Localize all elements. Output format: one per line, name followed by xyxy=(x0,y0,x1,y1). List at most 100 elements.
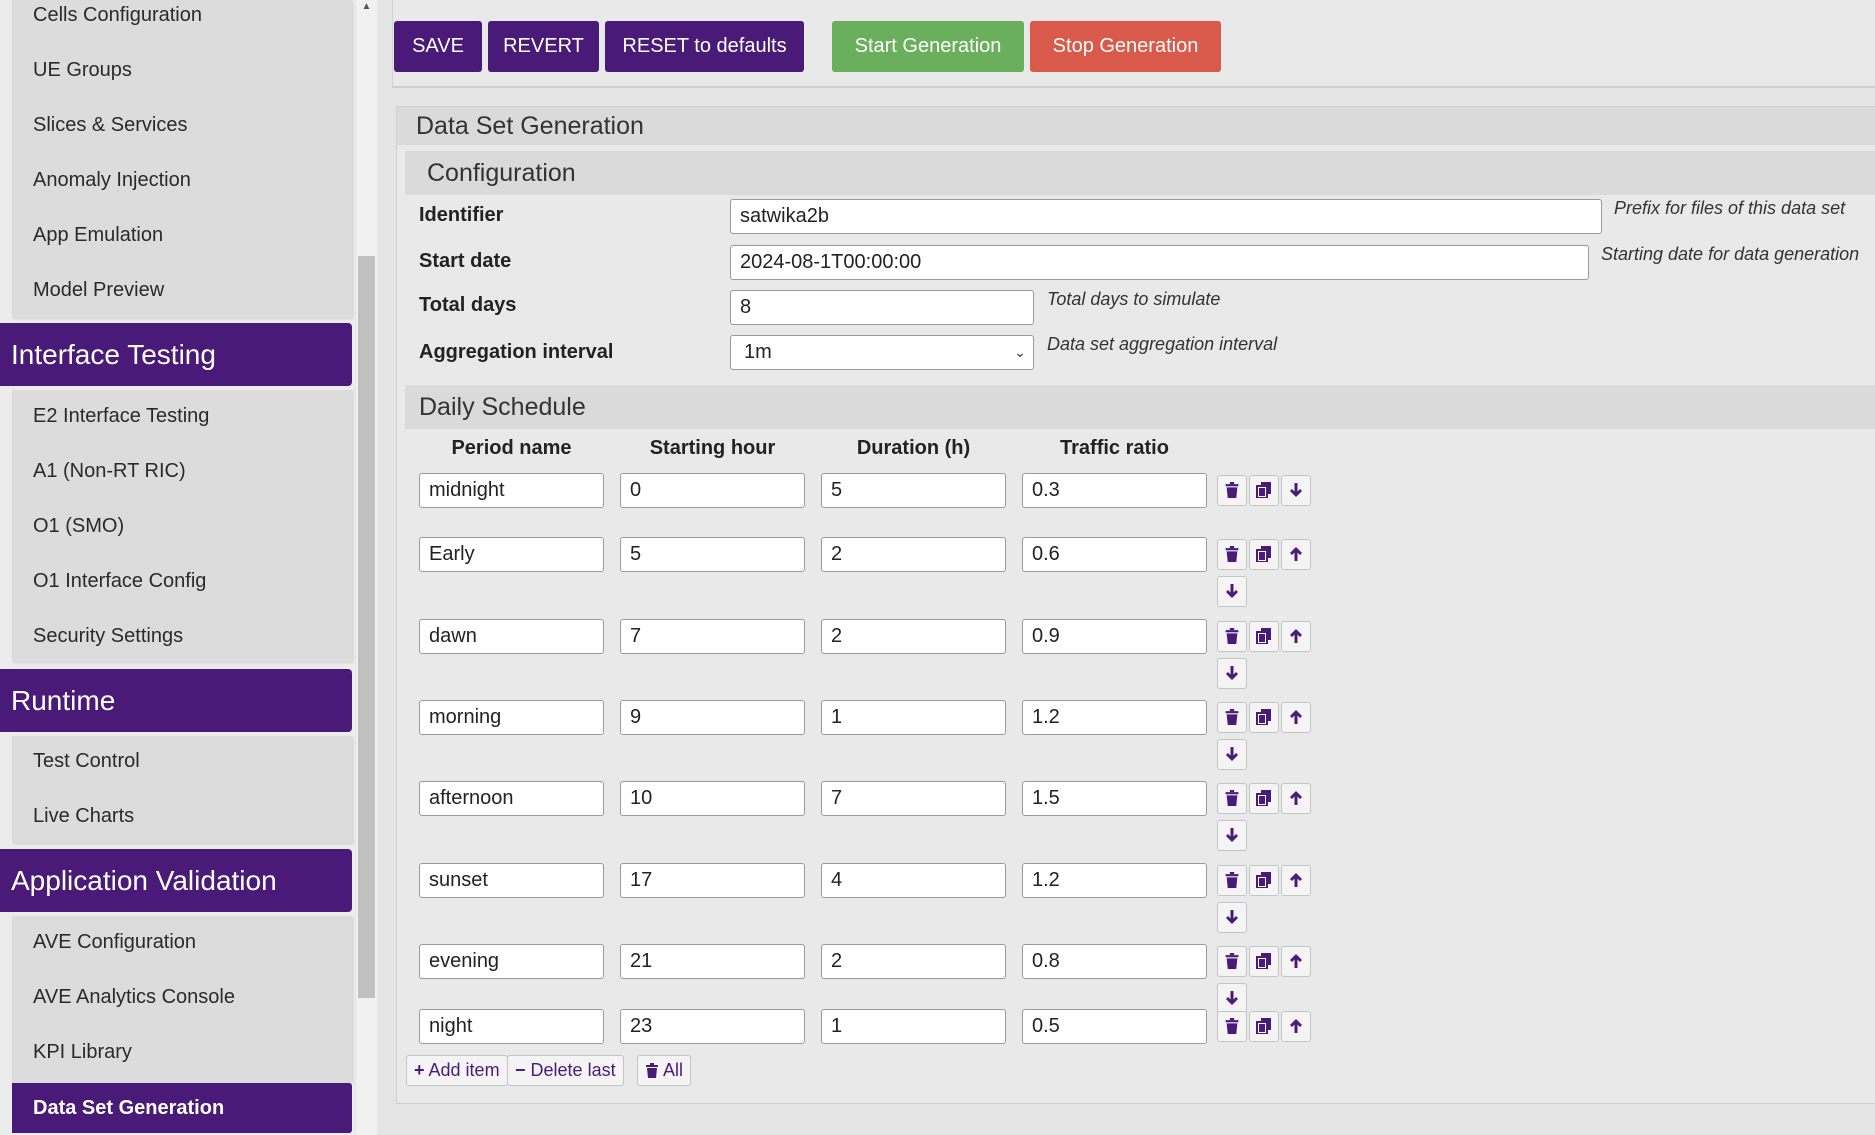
row-move-down-arrow-icon[interactable] xyxy=(1217,739,1247,770)
row-period-name-input[interactable] xyxy=(419,473,604,508)
sidebar-item-app-emulation[interactable]: App Emulation xyxy=(33,224,163,247)
row-starting-hour-input[interactable] xyxy=(620,863,805,898)
add-item-button[interactable]: + Add item xyxy=(406,1055,508,1086)
row-dutraffic-ration-input[interactable] xyxy=(821,1009,1006,1044)
row-move-up-arrow-icon[interactable] xyxy=(1281,1011,1311,1042)
section-header-runtime[interactable]: Runtime xyxy=(0,669,352,732)
save-button[interactable]: SAVE xyxy=(394,21,482,72)
row-move-up-arrow-icon[interactable] xyxy=(1281,702,1311,733)
row-move-down-arrow-icon[interactable] xyxy=(1281,475,1311,506)
row-starting-hour-input[interactable] xyxy=(620,1009,805,1044)
row-period-name-input[interactable] xyxy=(419,863,604,898)
row-delete-trash-icon[interactable] xyxy=(1217,865,1247,896)
row-delete-trash-icon[interactable] xyxy=(1217,783,1247,814)
row-move-up-arrow-icon[interactable] xyxy=(1281,539,1311,570)
row-period-name-input[interactable] xyxy=(419,537,604,572)
row-period-name-input[interactable] xyxy=(419,619,604,654)
total-days-input[interactable] xyxy=(730,290,1034,325)
sidebar-item-ave-configuration[interactable]: AVE Configuration xyxy=(33,931,196,954)
row-traffic-ratio-input[interactable] xyxy=(1022,944,1207,979)
row-move-up-arrow-icon[interactable] xyxy=(1281,621,1311,652)
row-starting-hour-input[interactable] xyxy=(620,619,805,654)
column-header-duration: Duration (h) xyxy=(856,437,971,459)
sidebar-item-data-set-generation[interactable]: Data Set Generation xyxy=(12,1083,352,1133)
scrollbar-thumb[interactable] xyxy=(358,256,375,998)
row-delete-trash-icon[interactable] xyxy=(1217,1011,1247,1042)
row-starting-hour-input[interactable] xyxy=(620,537,805,572)
row-delete-trash-icon[interactable] xyxy=(1217,946,1247,977)
sidebar-item-model-preview[interactable]: Model Preview xyxy=(33,279,164,302)
row-move-up-arrow-icon[interactable] xyxy=(1281,865,1311,896)
row-move-up-arrow-icon[interactable] xyxy=(1281,783,1311,814)
sidebar-item-security-settings[interactable]: Security Settings xyxy=(33,625,183,648)
section-header-interface-testing[interactable]: Interface Testing xyxy=(0,323,352,386)
delete-all-button[interactable]: All xyxy=(637,1055,692,1086)
row-dutraffic-ration-input[interactable] xyxy=(821,944,1006,979)
row-copy-icon[interactable] xyxy=(1249,783,1279,814)
row-period-name-input[interactable] xyxy=(419,1009,604,1044)
sidebar-item-test-control[interactable]: Test Control xyxy=(33,750,140,773)
row-move-down-arrow-icon[interactable] xyxy=(1217,902,1247,933)
row-copy-icon[interactable] xyxy=(1249,539,1279,570)
sidebar-item-ave-analytics-console[interactable]: AVE Analytics Console xyxy=(33,986,235,1009)
row-traffic-ratio-input[interactable] xyxy=(1022,863,1207,898)
row-period-name-input[interactable] xyxy=(419,781,604,816)
delete-last-button[interactable]: − Delete last xyxy=(507,1055,624,1086)
section-header-application-validation[interactable]: Application Validation xyxy=(0,849,352,912)
sidebar-item-anomaly-injection[interactable]: Anomaly Injection xyxy=(33,169,191,192)
scroll-up-arrow-icon[interactable]: ▲ xyxy=(356,0,377,14)
row-dutraffic-ration-input[interactable] xyxy=(821,619,1006,654)
row-traffic-ratio-input[interactable] xyxy=(1022,537,1207,572)
row-traffic-ratio-input[interactable] xyxy=(1022,619,1207,654)
row-dutraffic-ration-input[interactable] xyxy=(821,863,1006,898)
row-starting-hour-input[interactable] xyxy=(620,944,805,979)
row-move-up-arrow-icon[interactable] xyxy=(1281,946,1311,977)
row-delete-trash-icon[interactable] xyxy=(1217,475,1247,506)
sidebar-item-slices-services[interactable]: Slices & Services xyxy=(33,114,188,137)
row-move-down-arrow-icon[interactable] xyxy=(1217,576,1247,607)
row-move-down-arrow-icon[interactable] xyxy=(1217,983,1247,1014)
row-starting-hour-input[interactable] xyxy=(620,781,805,816)
start-date-input[interactable] xyxy=(730,245,1589,280)
row-copy-icon[interactable] xyxy=(1249,1011,1279,1042)
start-generation-button[interactable]: Start Generation xyxy=(832,21,1024,72)
row-move-down-arrow-icon[interactable] xyxy=(1217,820,1247,851)
row-dutraffic-ration-input[interactable] xyxy=(821,781,1006,816)
row-dutraffic-ration-input[interactable] xyxy=(821,473,1006,508)
row-copy-icon[interactable] xyxy=(1249,865,1279,896)
revert-button[interactable]: REVERT xyxy=(488,21,599,72)
row-traffic-ratio-input[interactable] xyxy=(1022,473,1207,508)
stop-generation-button[interactable]: Stop Generation xyxy=(1030,21,1221,72)
aggregation-interval-select[interactable]: 1m ⌄ xyxy=(730,335,1034,370)
row-copy-icon[interactable] xyxy=(1249,702,1279,733)
row-dutraffic-ration-input[interactable] xyxy=(821,700,1006,735)
row-starting-hour-input[interactable] xyxy=(620,473,805,508)
sidebar-item-a1-non-rt-ric[interactable]: A1 (Non-RT RIC) xyxy=(33,460,186,483)
row-dutraffic-ration-input[interactable] xyxy=(821,537,1006,572)
sidebar-item-cells-configuration[interactable]: Cells Configuration xyxy=(33,4,202,27)
reset-defaults-button[interactable]: RESET to defaults xyxy=(605,21,804,72)
row-copy-icon[interactable] xyxy=(1249,946,1279,977)
row-traffic-ratio-input[interactable] xyxy=(1022,1009,1207,1044)
row-copy-icon[interactable] xyxy=(1249,475,1279,506)
sidebar-item-o1-interface-config[interactable]: O1 Interface Config xyxy=(33,570,206,593)
sidebar-scrollbar[interactable]: ▲ xyxy=(356,0,377,1135)
sidebar-item-ue-groups[interactable]: UE Groups xyxy=(33,59,132,82)
row-period-name-input[interactable] xyxy=(419,944,604,979)
row-move-down-arrow-icon[interactable] xyxy=(1217,658,1247,689)
sidebar-item-kpi-library[interactable]: KPI Library xyxy=(33,1041,132,1064)
identifier-label: Identifier xyxy=(419,204,504,226)
row-delete-trash-icon[interactable] xyxy=(1217,621,1247,652)
row-traffic-ratio-input[interactable] xyxy=(1022,700,1207,735)
identifier-input[interactable] xyxy=(730,199,1602,234)
sidebar-item-live-charts[interactable]: Live Charts xyxy=(33,805,134,828)
row-traffic-ratio-input[interactable] xyxy=(1022,781,1207,816)
row-delete-trash-icon[interactable] xyxy=(1217,702,1247,733)
row-copy-icon[interactable] xyxy=(1249,621,1279,652)
row-delete-trash-icon[interactable] xyxy=(1217,539,1247,570)
row-starting-hour-input[interactable] xyxy=(620,700,805,735)
data-set-generation-panel: Data Set Generation Configuration Identi… xyxy=(396,106,1875,1104)
sidebar-item-o1-smo[interactable]: O1 (SMO) xyxy=(33,515,124,538)
row-period-name-input[interactable] xyxy=(419,700,604,735)
sidebar-item-e2-interface-testing[interactable]: E2 Interface Testing xyxy=(33,405,209,428)
